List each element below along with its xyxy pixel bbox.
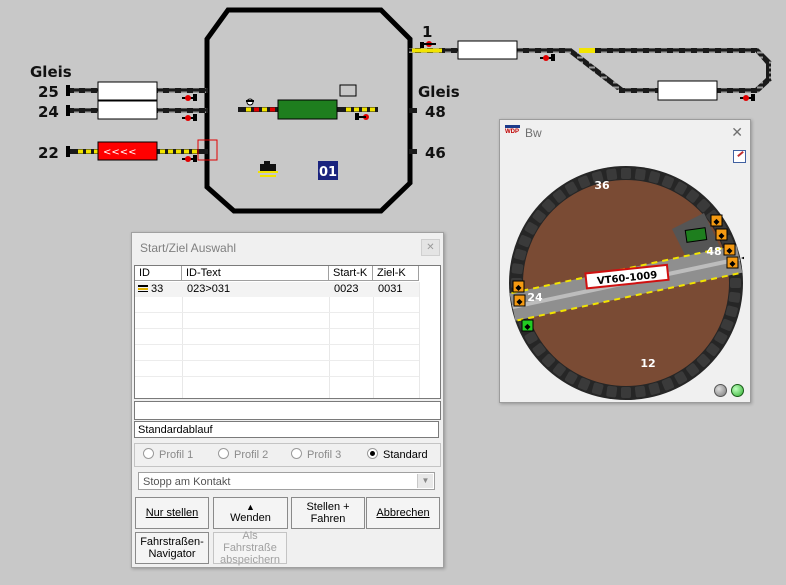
- filter-input[interactable]: [134, 401, 441, 420]
- svg-text:◆: ◆: [726, 246, 733, 255]
- stop-select[interactable]: Stopp am Kontakt ▼: [138, 472, 435, 490]
- gleis-label-left: Gleis: [30, 63, 72, 81]
- turntable-slot: [621, 387, 631, 398]
- radio-profil-3[interactable]: Profil 3: [291, 448, 341, 461]
- turntable-track-48: 48: [706, 245, 721, 258]
- signal-1[interactable]: [420, 41, 436, 48]
- track-indicator[interactable]: ◆: [513, 294, 526, 307]
- track-number-25: 25: [38, 83, 59, 101]
- nur-stellen-button[interactable]: Nur stellen: [135, 497, 209, 529]
- route-list[interactable]: ID ID-Text Start-K Ziel-K 33 023>031 002…: [134, 265, 441, 399]
- radio-icon: [367, 448, 378, 459]
- radio-icon: [291, 448, 302, 459]
- save-route-button[interactable]: Als Fahrstraße abspeichern: [213, 530, 287, 566]
- status-led-green: [731, 384, 744, 397]
- pointer-icon: [741, 256, 744, 260]
- occupied-block[interactable]: [277, 99, 338, 120]
- turntable-slot: [728, 291, 741, 303]
- signal-24[interactable]: [182, 114, 197, 121]
- svg-text:◆: ◆: [713, 217, 720, 226]
- stellen-fahren-button[interactable]: Stellen + Fahren: [291, 497, 365, 529]
- cell-start-k: 0023: [334, 283, 359, 295]
- radio-standard[interactable]: Standard: [367, 448, 428, 461]
- ablauf-field[interactable]: Standardablauf: [134, 421, 439, 438]
- track-indicator[interactable]: ◆: [715, 228, 728, 241]
- radio-icon: [218, 448, 229, 459]
- cell-ziel-k: 0031: [378, 283, 403, 295]
- turntable-track-24: 24: [527, 291, 543, 304]
- track-number-1: 1: [422, 23, 433, 41]
- svg-text:◆: ◆: [516, 297, 523, 306]
- stop-select-value: Stopp am Kontakt: [143, 476, 231, 488]
- svg-text:◆: ◆: [718, 231, 725, 240]
- track-48[interactable]: [409, 108, 417, 113]
- edit-icon[interactable]: [733, 150, 746, 163]
- bw-window[interactable]: WDP Bw ✕ VT60-1009 ◆ ◆ ◆ ◆ ◆ ◆ ◆ 36 48 2…: [499, 119, 751, 403]
- turntable-slot: [730, 278, 741, 288]
- profile-group: Profil 1 Profil 2 Profil 3 Standard: [134, 443, 441, 467]
- column-header-id-text[interactable]: ID-Text: [182, 266, 329, 281]
- window-title: Start/Ziel Auswahl: [140, 241, 237, 255]
- block-number: 01: [319, 165, 337, 180]
- cell-id-text: 023>031: [187, 283, 231, 295]
- turntable-track-12: 12: [640, 357, 655, 370]
- turntable-slot: [606, 385, 618, 398]
- turntable[interactable]: VT60-1009 ◆ ◆ ◆ ◆ ◆ ◆ ◆ 36 48 24 12: [508, 165, 744, 401]
- signal-1b[interactable]: [540, 54, 555, 61]
- track-indicator[interactable]: ◆: [710, 214, 723, 227]
- navigator-button[interactable]: Fahrstraßen- Navigator: [135, 532, 209, 564]
- train-box-1[interactable]: [457, 40, 518, 60]
- turntable-slot: [634, 168, 646, 181]
- chevron-down-icon[interactable]: ▼: [417, 474, 433, 488]
- signal-25[interactable]: [182, 94, 197, 101]
- train-box-24[interactable]: [97, 100, 158, 120]
- svg-text:◆: ◆: [524, 322, 531, 331]
- app-logo-icon: WDP: [505, 125, 520, 139]
- radio-profil-2[interactable]: Profil 2: [218, 448, 268, 461]
- column-header-id[interactable]: ID: [135, 266, 182, 281]
- track-number-48: 48: [425, 103, 446, 121]
- train-box-25[interactable]: [97, 81, 158, 101]
- status-led-grey: [714, 384, 727, 397]
- window-title: Bw: [525, 126, 542, 140]
- column-header-ziel-k[interactable]: Ziel-K: [373, 266, 419, 281]
- track-number-24: 24: [38, 103, 59, 121]
- wenden-button[interactable]: ▲ Wenden: [213, 497, 288, 529]
- arrow-up-icon: ▲: [246, 501, 255, 512]
- route-icon: [138, 285, 148, 292]
- close-icon[interactable]: ✕: [731, 124, 743, 141]
- svg-text:◆: ◆: [515, 283, 522, 292]
- track-46[interactable]: [409, 149, 417, 154]
- buffer-stop: [66, 85, 70, 96]
- train-box-loop[interactable]: [657, 80, 718, 101]
- track-indicator[interactable]: ◆: [726, 256, 739, 269]
- turntable-slot: [511, 263, 524, 275]
- svg-text:◆: ◆: [729, 259, 736, 268]
- start-ziel-window[interactable]: Start/Ziel Auswahl ✕ ID ID-Text Start-K …: [131, 232, 444, 568]
- column-header-start-k[interactable]: Start-K: [329, 266, 373, 281]
- track-number-46: 46: [425, 144, 446, 162]
- turntable-track-36: 36: [594, 179, 610, 192]
- signal-22[interactable]: [182, 155, 197, 162]
- cell-id: 33: [151, 283, 164, 295]
- turntable-slot: [621, 168, 631, 179]
- gleis-label-right: Gleis: [418, 83, 460, 101]
- track-indicator-active[interactable]: ◆: [521, 319, 534, 332]
- radio-icon: [143, 448, 154, 459]
- buffer-stop: [66, 105, 70, 116]
- track-number-22: 22: [38, 144, 59, 162]
- direction-arrows: <<<<: [103, 147, 137, 158]
- track-indicator[interactable]: ◆: [723, 243, 736, 256]
- turntable-slot: [634, 385, 646, 398]
- close-button[interactable]: ✕: [421, 239, 440, 256]
- track-indicator[interactable]: ◆: [512, 280, 525, 293]
- table-row[interactable]: 33 023>031 0023 0031: [135, 282, 419, 297]
- signal-loop[interactable]: [740, 94, 755, 101]
- buffer-stop: [66, 146, 70, 157]
- abbrechen-button[interactable]: Abbrechen: [366, 497, 440, 529]
- radio-profil-1[interactable]: Profil 1: [143, 448, 193, 461]
